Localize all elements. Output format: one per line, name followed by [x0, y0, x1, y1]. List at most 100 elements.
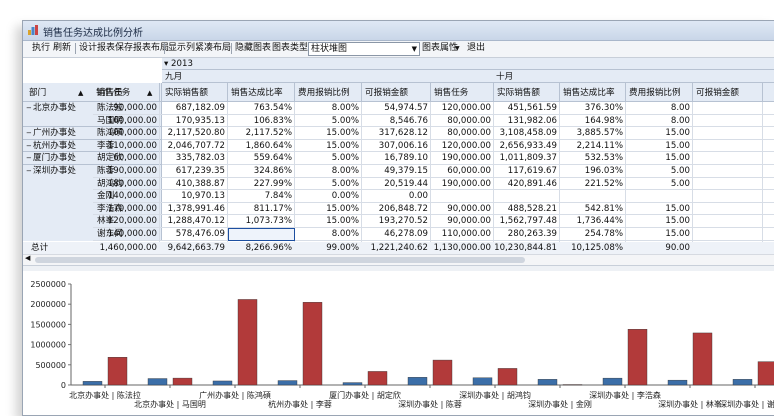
value-cell[interactable]: 15.00 — [626, 228, 693, 240]
value-cell[interactable]: 7.84% — [228, 190, 295, 202]
value-cell[interactable] — [626, 190, 693, 202]
value-cell[interactable]: 15.00 — [626, 140, 693, 152]
value-cell[interactable]: 60,000.00 — [431, 165, 494, 177]
value-cell[interactable]: 193,270.52 — [362, 215, 431, 227]
value-cell[interactable]: 100,000.00 — [93, 127, 160, 139]
value-cell[interactable] — [431, 190, 494, 202]
value-cell[interactable]: 3,108,458.09 — [494, 127, 560, 139]
measure-header[interactable]: 实际销售额 — [165, 87, 227, 99]
value-cell[interactable]: 140,000.00 — [93, 228, 160, 240]
value-cell[interactable]: 8.00% — [295, 165, 362, 177]
value-cell[interactable]: 5.00 — [626, 178, 693, 190]
value-cell[interactable]: 2,117.52% — [228, 127, 295, 139]
chart-type-select[interactable]: 柱状堆图 ▼ — [308, 42, 420, 56]
value-cell[interactable]: 10,970.13 — [162, 190, 228, 202]
value-cell[interactable]: 227.99% — [228, 178, 295, 190]
value-cell[interactable]: 1,736.44% — [560, 215, 626, 227]
value-cell[interactable]: 90,000.00 — [93, 102, 160, 114]
value-cell[interactable]: 5.00 — [626, 165, 693, 177]
value-cell[interactable]: 20,519.44 — [362, 178, 431, 190]
chart-properties-button[interactable]: 图表属性 — [422, 42, 458, 55]
value-cell[interactable]: 254.78% — [560, 228, 626, 240]
value-cell[interactable]: 532.53% — [560, 152, 626, 164]
hide-chart-button[interactable]: 隐藏图表 — [235, 42, 271, 55]
show-columns-button[interactable]: 显示列 — [168, 42, 195, 55]
value-cell[interactable]: 15.00% — [295, 203, 362, 215]
save-layout-button[interactable]: 保存报表布局 — [115, 42, 169, 55]
month-header-oct[interactable]: 十月 — [496, 71, 556, 83]
value-cell[interactable]: 15.00 — [626, 215, 693, 227]
value-cell[interactable]: 5.00% — [295, 178, 362, 190]
value-cell[interactable]: 15.00% — [295, 215, 362, 227]
measure-header[interactable]: 可报销金额 — [365, 87, 430, 99]
value-cell[interactable]: 106.83% — [228, 115, 295, 127]
value-cell[interactable]: 5.00% — [295, 115, 362, 127]
value-cell[interactable]: 15.00% — [295, 140, 362, 152]
scrollbar-thumb[interactable] — [35, 257, 525, 263]
design-report-button[interactable]: 设计报表 — [79, 42, 115, 55]
value-cell[interactable]: 280,263.39 — [494, 228, 560, 240]
value-cell[interactable]: 0.00 — [362, 190, 431, 202]
measure-header[interactable]: 费用报销比例 — [298, 87, 361, 99]
value-cell[interactable]: 49,379.15 — [362, 165, 431, 177]
value-cell[interactable]: 120,000.00 — [431, 140, 494, 152]
value-cell[interactable]: 317,628.12 — [362, 127, 431, 139]
value-cell[interactable]: 1,378,991.46 — [162, 203, 228, 215]
measure-header[interactable]: 实际销售额 — [497, 87, 559, 99]
value-cell[interactable]: 15.00 — [626, 203, 693, 215]
value-cell[interactable] — [560, 190, 626, 202]
scroll-left-icon[interactable]: ◀ — [25, 254, 30, 262]
value-cell[interactable]: 80,000.00 — [431, 127, 494, 139]
value-cell[interactable]: 1,860.64% — [228, 140, 295, 152]
value-cell[interactable]: 410,388.87 — [162, 178, 228, 190]
value-cell[interactable]: 140,000.00 — [93, 190, 160, 202]
value-cell[interactable]: 2,656,933.49 — [494, 140, 560, 152]
measure-header[interactable]: 销售达成比率 — [231, 87, 294, 99]
value-cell[interactable]: 763.54% — [228, 102, 295, 114]
value-cell[interactable]: 0.00% — [295, 190, 362, 202]
value-cell[interactable]: 117,619.67 — [494, 165, 560, 177]
value-cell[interactable]: 54,974.57 — [362, 102, 431, 114]
value-cell[interactable]: 90,000.00 — [431, 215, 494, 227]
measure-header[interactable]: 可报销金额 — [696, 87, 762, 99]
value-cell[interactable]: 164.98% — [560, 115, 626, 127]
value-cell[interactable]: 3,885.57% — [560, 127, 626, 139]
value-cell[interactable]: 376.30% — [560, 102, 626, 114]
value-cell[interactable]: 307,006.16 — [362, 140, 431, 152]
value-cell[interactable]: 542.81% — [560, 203, 626, 215]
value-cell[interactable]: 46,278.09 — [362, 228, 431, 240]
value-cell[interactable]: 8,546.76 — [362, 115, 431, 127]
compact-layout-button[interactable]: 紧凑布局 — [195, 42, 231, 55]
value-cell[interactable]: 190,000.00 — [93, 165, 160, 177]
value-cell[interactable]: 110,000.00 — [93, 140, 160, 152]
value-cell[interactable]: 335,782.03 — [162, 152, 228, 164]
value-cell[interactable]: 160,000.00 — [93, 115, 160, 127]
value-cell[interactable]: 90,000.00 — [431, 203, 494, 215]
value-cell[interactable]: 170,935.13 — [162, 115, 228, 127]
value-cell[interactable]: 120,000.00 — [93, 215, 160, 227]
value-cell[interactable]: 559.64% — [228, 152, 295, 164]
value-cell[interactable]: 80,000.00 — [431, 115, 494, 127]
value-cell[interactable]: 221.52% — [560, 178, 626, 190]
horizontal-scrollbar[interactable]: ◀ — [23, 254, 774, 265]
measure-header[interactable]: 销售达成比率 — [563, 87, 625, 99]
value-cell[interactable]: 110,000.00 — [431, 228, 494, 240]
value-cell[interactable]: 190,000.00 — [431, 178, 494, 190]
value-cell[interactable]: 120,000.00 — [431, 102, 494, 114]
value-cell[interactable]: 16,789.10 — [362, 152, 431, 164]
month-header-sep[interactable]: 九月 — [165, 71, 225, 83]
value-cell[interactable]: 1,073.73% — [228, 215, 295, 227]
value-cell[interactable]: 578,476.09 — [162, 228, 228, 240]
value-cell[interactable]: 5.00% — [295, 152, 362, 164]
value-cell[interactable]: 617,239.35 — [162, 165, 228, 177]
value-cell[interactable]: 488,528.21 — [494, 203, 560, 215]
value-cell[interactable]: 196.03% — [560, 165, 626, 177]
value-cell[interactable] — [494, 190, 560, 202]
value-cell[interactable]: 8.00% — [295, 228, 362, 240]
value-cell[interactable]: 1,288,470.12 — [162, 215, 228, 227]
selected-cell[interactable] — [228, 228, 295, 241]
value-cell[interactable]: 60,000.00 — [93, 152, 160, 164]
value-cell[interactable]: 206,848.72 — [362, 203, 431, 215]
exit-button[interactable]: 退出 — [467, 42, 485, 55]
execute-button[interactable]: 执行 — [32, 42, 50, 55]
